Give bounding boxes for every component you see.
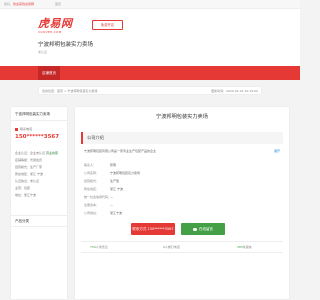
sidebar-row: 所在地区：浙江 宁波 — [15, 172, 43, 176]
site-logo[interactable]: 虎易网 COOVEE.COM — [38, 18, 73, 34]
site-header: 虎易网 COOVEE.COM 免费开店 宁波邦明包装实力卖场 未认证 — [0, 9, 300, 66]
sidebar-row-label: 认证信息： — [15, 179, 31, 183]
info-field: 联系人： 邦明 — [84, 163, 116, 167]
stat-label: 人浏览过 — [95, 245, 108, 249]
sidebar-row-value: 企业未认证 — [30, 151, 46, 155]
stats-bar: 759人浏览过 0人拨打电话 285条留言 — [81, 241, 283, 253]
sidebar-row-value: 普通会员 — [30, 158, 43, 162]
online-message-label: 在线留言 — [199, 227, 213, 231]
sidebar-phone[interactable]: 150******3567 — [15, 134, 59, 140]
breadcrumb-trail[interactable]: 您的位置：首页 > 宁波邦明包装实力卖场 — [42, 89, 97, 93]
info-field-label: 经营模式： — [84, 179, 100, 183]
company-name: 宁波邦明包装实力卖场 — [38, 42, 94, 48]
info-field-value: 浙江 宁波 — [110, 187, 123, 191]
online-message-button[interactable]: 在线留言 — [181, 223, 225, 235]
stat-views: 759人浏览过 — [90, 245, 108, 249]
sidebar-row: 认证信息：未认证 — [15, 179, 39, 183]
company-status: 未认证 — [38, 50, 48, 54]
breadcrumb: 您的位置：首页 > 宁波邦明包装实力卖场 更新时间：2020-01-24 10:… — [38, 86, 262, 95]
main-panel: 宁波邦明包装实力卖场 公司介绍 宁波邦明包装有限公司是一家专业生产包装产品的企业… — [74, 106, 290, 300]
company-intro: 宁波邦明包装有限公司是一家专业生产包装产品的企业 — [84, 149, 157, 153]
section-title: 公司介绍 — [81, 132, 283, 144]
welcome-link[interactable]: 欢迎来到虎易网 — [13, 2, 34, 6]
welcome-prefix: 您好， — [4, 2, 14, 6]
expand-link[interactable]: 展开 — [274, 149, 280, 153]
logo-cn: 虎易网 — [38, 17, 73, 30]
sidebar-row-value: 浙江 宁波 — [30, 172, 43, 176]
info-field: 公司地址： 浙江宁波 — [84, 211, 122, 215]
info-field-value: — — [110, 195, 113, 199]
license-badge: 营业执照 — [46, 151, 59, 155]
nav-bar: 店铺首页 — [0, 66, 300, 80]
info-field-value: 生产型 — [110, 179, 120, 183]
sidebar-row-value: 包装 — [24, 186, 31, 190]
info-field-value: 邦明 — [110, 163, 117, 167]
welcome-text: 您好，欢迎来到虎易网 — [4, 2, 34, 6]
sidebar-row-value: 浙江宁波 — [24, 193, 37, 197]
nav-item-store-home[interactable]: 店铺首页 — [38, 66, 60, 80]
sidebar-row-value: 未认证 — [30, 179, 40, 183]
info-field-label: 公司名称： — [84, 171, 100, 175]
phone-icon — [15, 127, 18, 131]
sidebar-row-label: 地址： — [15, 193, 25, 197]
phone-label-text: 联系电话 — [20, 127, 33, 131]
home-link[interactable]: 首页 — [55, 2, 61, 6]
info-field: 公司名称： 宁波邦明包装实力卖场 — [84, 171, 140, 175]
stat-calls: 0人拨打电话 — [163, 245, 180, 249]
info-field-label: 统一社会信用代码： — [84, 195, 112, 199]
info-field-value: — — [110, 203, 113, 207]
sidebar-title: 宁波邦明包装实力卖场 — [11, 107, 67, 121]
info-field-value: 浙江宁波 — [110, 211, 123, 215]
sidebar: 宁波邦明包装实力卖场 联系电话 150******3567 企业认证：企业未认证… — [10, 106, 68, 300]
logo-en: COOVEE.COM — [38, 30, 62, 34]
info-field-value: 宁波邦明包装实力卖场 — [110, 171, 141, 175]
sidebar-row-label: 主营： — [15, 186, 25, 190]
contact-phone-button[interactable]: 联系方式 150******3567 — [131, 223, 175, 235]
product-category-title: 产品分类 — [11, 215, 67, 227]
sidebar-row-label: 所在地区： — [15, 172, 31, 176]
info-field: 统一社会信用代码： — — [84, 195, 113, 199]
stat-messages: 285条留言 — [237, 245, 252, 249]
sidebar-row-label: 经营模式： — [15, 165, 31, 169]
update-time: 更新时间：2020-01-24 10:19:00 — [211, 89, 258, 93]
info-field: 所在地区： 浙江 宁波 — [84, 187, 123, 191]
top-strip: 您好，欢迎来到虎易网 首页 — [0, 0, 300, 9]
sidebar-row: 经营模式：生产厂家 — [15, 165, 42, 169]
info-field-label: 联系人： — [84, 163, 97, 167]
sidebar-row: 企业认证：企业未认证 营业执照 — [15, 151, 58, 155]
info-field: 经营模式： 生产型 — [84, 179, 119, 183]
stat-label: 人拨打电话 — [164, 245, 180, 249]
stat-label: 条留言 — [242, 245, 252, 249]
sidebar-row: 主营：包装 — [15, 186, 30, 190]
free-open-store-button[interactable]: 免费开店 — [92, 20, 123, 30]
info-field: 注册资本： — — [84, 203, 113, 207]
info-field-label: 公司地址： — [84, 211, 100, 215]
chat-icon — [193, 227, 197, 231]
sidebar-row-label: 企业认证： — [15, 151, 31, 155]
phone-label: 联系电话 — [15, 127, 32, 131]
sidebar-row: 地址：浙江宁波 — [15, 193, 36, 197]
info-field-label: 注册资本： — [84, 203, 100, 207]
sidebar-row-value: 生产厂家 — [30, 165, 43, 169]
main-title: 宁波邦明包装实力卖场 — [156, 114, 208, 120]
info-field-label: 所在地区： — [84, 187, 100, 191]
sidebar-row-label: 店铺等级： — [15, 158, 31, 162]
sidebar-row: 店铺等级：普通会员 — [15, 158, 42, 162]
